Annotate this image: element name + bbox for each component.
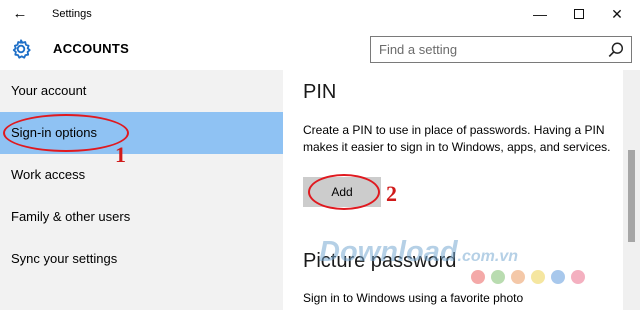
back-arrow-icon[interactable]: ← — [8, 4, 32, 24]
pin-description: Create a PIN to use in place of password… — [303, 123, 611, 154]
maximize-icon[interactable] — [567, 4, 591, 24]
search-box[interactable] — [370, 36, 632, 63]
sidebar: Your account Sign-in options Work access… — [0, 70, 283, 310]
page-title: ACCOUNTS — [53, 41, 130, 56]
scrollbar[interactable] — [623, 70, 640, 310]
watermark-text: Download.com.vn — [319, 236, 519, 268]
watermark-dot — [551, 270, 565, 284]
gear-icon — [12, 39, 31, 59]
highlight-ring-sign-in-options — [3, 114, 129, 152]
step-number-1: 1 — [115, 142, 126, 167]
search-input[interactable] — [371, 37, 601, 62]
step-number-2: 2 — [386, 181, 397, 206]
watermark-dot — [511, 270, 525, 284]
page-header: ACCOUNTS — [0, 30, 640, 68]
watermark-dot — [471, 270, 485, 284]
sidebar-item-your-account[interactable]: Your account — [0, 70, 283, 112]
window-title: Settings — [52, 8, 92, 20]
search-icon[interactable] — [607, 41, 625, 59]
watermark-dot — [571, 270, 585, 284]
sidebar-item-family-other-users[interactable]: Family & other users — [0, 196, 283, 238]
title-bar: ← Settings — ✕ — [0, 0, 640, 30]
sidebar-item-sync-settings[interactable]: Sync your settings — [0, 238, 283, 280]
minimize-icon[interactable]: — — [528, 4, 552, 24]
pin-heading: PIN — [303, 81, 337, 103]
highlight-ring-add-button — [308, 174, 380, 210]
watermark-dot — [491, 270, 505, 284]
sidebar-item-work-access[interactable]: Work access — [0, 154, 283, 196]
watermark-dot — [531, 270, 545, 284]
picture-password-description: Sign in to Windows using a favorite phot… — [303, 291, 524, 305]
close-icon[interactable]: ✕ — [605, 4, 629, 24]
scrollbar-thumb[interactable] — [628, 150, 635, 242]
